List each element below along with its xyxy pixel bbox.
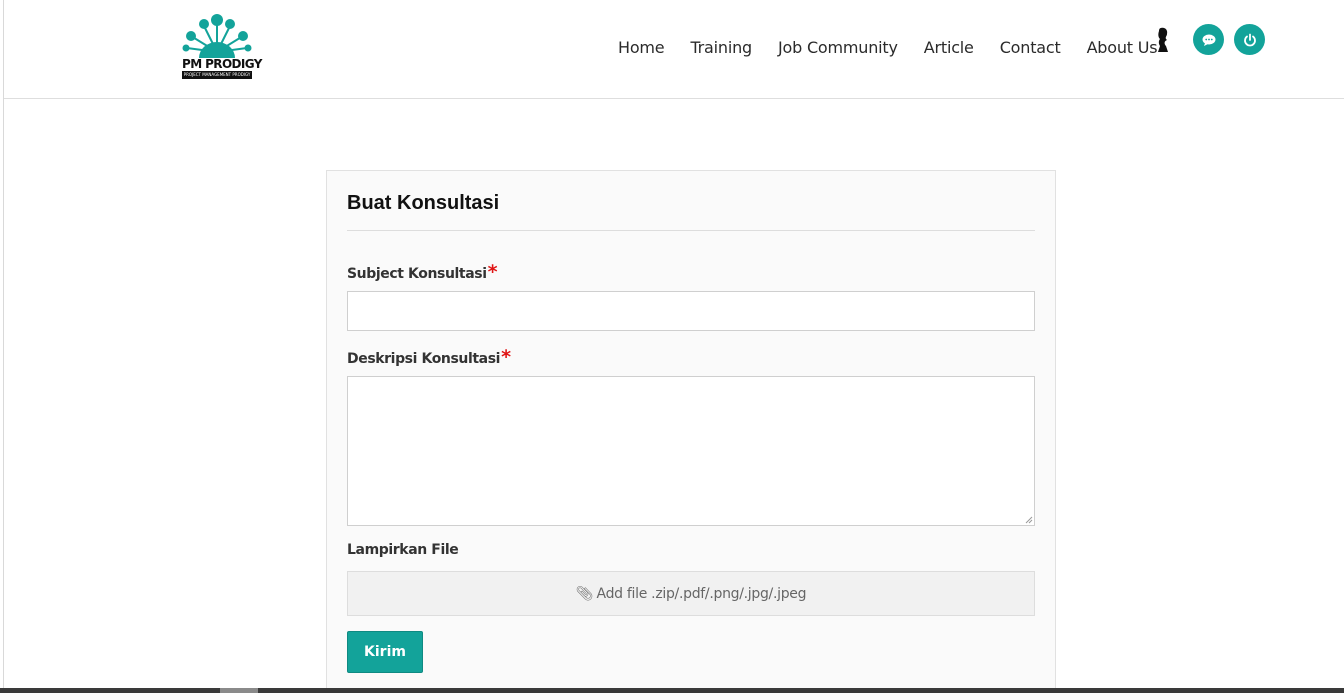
main-nav: Home Training Job Community Article Cont… xyxy=(618,38,1158,58)
file-dropzone[interactable]: 📎︎ Add file .zip/.pdf/.png/.jpg/.jpeg xyxy=(347,571,1035,616)
profile-icon[interactable] xyxy=(1155,26,1171,54)
subject-label-text: Subject Konsultasi xyxy=(347,266,487,282)
submit-button[interactable]: Kirim xyxy=(347,631,423,673)
required-marker: * xyxy=(487,261,498,283)
nav-about-us[interactable]: About Us xyxy=(1087,38,1158,58)
logo-tagline: PROJECT MANAGEMENT PRODIGY xyxy=(182,71,252,79)
nav-article[interactable]: Article xyxy=(924,38,974,58)
nav-job-community[interactable]: Job Community xyxy=(778,38,898,58)
logout-button[interactable] xyxy=(1234,24,1265,55)
resize-grip-icon[interactable] xyxy=(1025,516,1033,524)
dropzone-text: Add file .zip/.pdf/.png/.jpg/.jpeg xyxy=(596,585,807,602)
scrollbar-thumb[interactable] xyxy=(220,688,258,693)
nav-training[interactable]: Training xyxy=(690,38,752,58)
nav-home[interactable]: Home xyxy=(618,38,665,58)
consultation-form-card: Buat Konsultasi Subject Konsultasi* Desk… xyxy=(326,170,1056,693)
top-navbar: PM PRODIGY PROJECT MANAGEMENT PRODIGY Ho… xyxy=(4,0,1344,99)
required-marker: * xyxy=(501,346,511,368)
pm-prodigy-logo[interactable]: PM PRODIGY PROJECT MANAGEMENT PRODIGY xyxy=(177,12,262,84)
chat-icon xyxy=(1202,34,1215,46)
description-label: Deskripsi Konsultasi* xyxy=(347,346,511,368)
bottom-scrollbar xyxy=(0,688,1344,693)
power-icon xyxy=(1243,33,1256,46)
attachment-label: Lampirkan File xyxy=(347,542,459,558)
title-divider xyxy=(347,230,1035,231)
logo-graphic xyxy=(182,14,252,58)
nav-contact[interactable]: Contact xyxy=(1000,38,1061,58)
page-title: Buat Konsultasi xyxy=(347,192,500,214)
logo-wordmark: PM PRODIGY xyxy=(182,57,262,71)
paperclip-icon: 📎︎ xyxy=(575,585,594,601)
description-label-text: Deskripsi Konsultasi xyxy=(347,351,501,367)
description-textarea[interactable] xyxy=(347,376,1035,526)
subject-label: Subject Konsultasi* xyxy=(347,261,498,283)
chat-button[interactable] xyxy=(1193,24,1224,55)
subject-input[interactable] xyxy=(347,291,1035,331)
